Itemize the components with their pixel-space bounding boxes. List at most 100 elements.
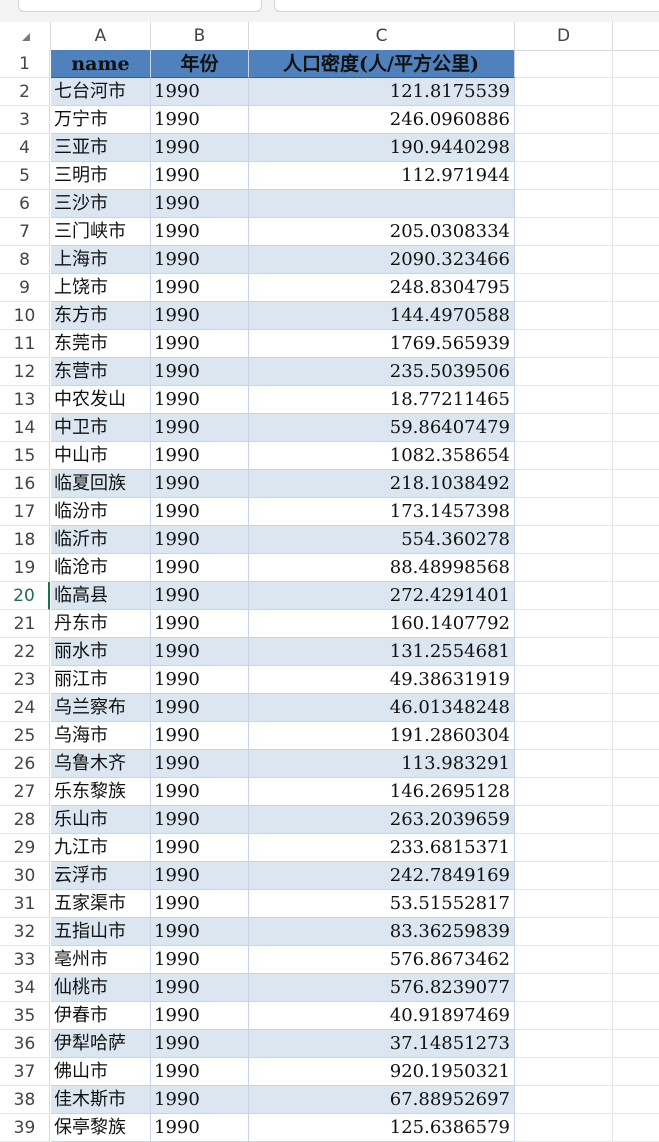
cell-name[interactable]: 临汾市 bbox=[51, 498, 151, 526]
empty-cell[interactable] bbox=[515, 470, 613, 498]
cell-name[interactable]: 中卫市 bbox=[51, 414, 151, 442]
cell-name[interactable]: 乐山市 bbox=[51, 806, 151, 834]
cell-density[interactable]: 121.8175539 bbox=[249, 78, 515, 106]
cell-density[interactable]: 46.01348248 bbox=[249, 694, 515, 722]
cell-year[interactable]: 1990 bbox=[151, 750, 249, 778]
cell-density[interactable]: 920.1950321 bbox=[249, 1058, 515, 1086]
row-number[interactable]: 17 bbox=[0, 498, 50, 526]
cell-density[interactable]: 576.8673462 bbox=[249, 946, 515, 974]
empty-cell[interactable] bbox=[515, 386, 613, 414]
empty-cell[interactable] bbox=[515, 834, 613, 862]
row-number[interactable]: 15 bbox=[0, 442, 50, 470]
cell-density[interactable]: 246.0960886 bbox=[249, 106, 515, 134]
row-number[interactable]: 11 bbox=[0, 330, 50, 358]
row-number[interactable]: 12 bbox=[0, 358, 50, 386]
cell-density[interactable]: 2090.323466 bbox=[249, 246, 515, 274]
row-number[interactable]: 3 bbox=[0, 106, 50, 134]
row-number[interactable]: 22 bbox=[0, 638, 50, 666]
cell-name[interactable]: 佳木斯市 bbox=[51, 1086, 151, 1114]
empty-cell[interactable] bbox=[515, 666, 613, 694]
cell-year[interactable]: 1990 bbox=[151, 330, 249, 358]
cell-name[interactable]: 上饶市 bbox=[51, 274, 151, 302]
cell-density[interactable]: 205.0308334 bbox=[249, 218, 515, 246]
empty-cell[interactable] bbox=[515, 778, 613, 806]
header-cell-name[interactable]: name bbox=[51, 50, 151, 78]
cell-year[interactable]: 1990 bbox=[151, 778, 249, 806]
empty-cell[interactable] bbox=[613, 1030, 659, 1058]
row-number[interactable]: 38 bbox=[0, 1086, 50, 1114]
empty-cell[interactable] bbox=[613, 358, 659, 386]
empty-cell[interactable] bbox=[515, 1086, 613, 1114]
empty-cell[interactable] bbox=[613, 218, 659, 246]
empty-cell[interactable] bbox=[613, 582, 659, 610]
cell-year[interactable]: 1990 bbox=[151, 694, 249, 722]
select-all-corner[interactable] bbox=[0, 22, 51, 50]
empty-cell[interactable] bbox=[515, 554, 613, 582]
empty-cell[interactable] bbox=[515, 1030, 613, 1058]
cell-density[interactable]: 173.1457398 bbox=[249, 498, 515, 526]
empty-cell[interactable] bbox=[613, 1058, 659, 1086]
cell-density[interactable]: 88.48998568 bbox=[249, 554, 515, 582]
cell-year[interactable]: 1990 bbox=[151, 946, 249, 974]
empty-cell[interactable] bbox=[515, 946, 613, 974]
cell-name[interactable]: 乐东黎族 bbox=[51, 778, 151, 806]
cell-year[interactable]: 1990 bbox=[151, 666, 249, 694]
cell-year[interactable]: 1990 bbox=[151, 834, 249, 862]
row-number[interactable]: 31 bbox=[0, 890, 50, 918]
cell-name[interactable]: 中山市 bbox=[51, 442, 151, 470]
row-number[interactable]: 34 bbox=[0, 974, 50, 1002]
empty-cell[interactable] bbox=[515, 414, 613, 442]
cell-year[interactable]: 1990 bbox=[151, 554, 249, 582]
row-number[interactable]: 19 bbox=[0, 554, 50, 582]
column-header-b[interactable]: B bbox=[151, 22, 249, 50]
empty-cell[interactable] bbox=[613, 722, 659, 750]
empty-cell[interactable] bbox=[515, 694, 613, 722]
empty-cell[interactable] bbox=[515, 106, 613, 134]
cell-density[interactable]: 218.1038492 bbox=[249, 470, 515, 498]
row-number[interactable]: 20 bbox=[0, 582, 50, 610]
column-header-d[interactable]: D bbox=[515, 22, 613, 50]
row-number[interactable]: 13 bbox=[0, 386, 50, 414]
cell-year[interactable]: 1990 bbox=[151, 638, 249, 666]
row-number[interactable]: 27 bbox=[0, 778, 50, 806]
cell-density[interactable]: 554.360278 bbox=[249, 526, 515, 554]
empty-cell[interactable] bbox=[515, 582, 613, 610]
cell-year[interactable]: 1990 bbox=[151, 302, 249, 330]
empty-cell[interactable] bbox=[515, 358, 613, 386]
empty-cell[interactable] bbox=[613, 890, 659, 918]
cell-year[interactable]: 1990 bbox=[151, 1114, 249, 1142]
row-number[interactable]: 26 bbox=[0, 750, 50, 778]
empty-cell[interactable] bbox=[515, 750, 613, 778]
row-number[interactable]: 18 bbox=[0, 526, 50, 554]
cell-year[interactable]: 1990 bbox=[151, 722, 249, 750]
empty-cell[interactable] bbox=[515, 638, 613, 666]
column-header-a[interactable]: A bbox=[51, 22, 151, 50]
cell-density[interactable]: 144.4970588 bbox=[249, 302, 515, 330]
row-number[interactable]: 30 bbox=[0, 862, 50, 890]
empty-cell[interactable] bbox=[515, 134, 613, 162]
row-number[interactable]: 29 bbox=[0, 834, 50, 862]
empty-cell[interactable] bbox=[613, 134, 659, 162]
cell-year[interactable]: 1990 bbox=[151, 610, 249, 638]
cell-year[interactable]: 1990 bbox=[151, 386, 249, 414]
row-number[interactable]: 21 bbox=[0, 610, 50, 638]
cell-name[interactable]: 东莞市 bbox=[51, 330, 151, 358]
empty-cell[interactable] bbox=[613, 1086, 659, 1114]
cell-year[interactable]: 1990 bbox=[151, 414, 249, 442]
cell-year[interactable]: 1990 bbox=[151, 806, 249, 834]
cell-density[interactable]: 112.971944 bbox=[249, 162, 515, 190]
cell-name[interactable]: 五指山市 bbox=[51, 918, 151, 946]
cell-name[interactable]: 伊春市 bbox=[51, 1002, 151, 1030]
empty-cell[interactable] bbox=[515, 862, 613, 890]
row-number[interactable]: 5 bbox=[0, 162, 50, 190]
empty-cell[interactable] bbox=[613, 414, 659, 442]
cell-name[interactable]: 三亚市 bbox=[51, 134, 151, 162]
cell-year[interactable]: 1990 bbox=[151, 1086, 249, 1114]
cell-name[interactable]: 五家渠市 bbox=[51, 890, 151, 918]
row-number[interactable]: 14 bbox=[0, 414, 50, 442]
empty-cell[interactable] bbox=[613, 610, 659, 638]
empty-cell[interactable] bbox=[515, 302, 613, 330]
cell-year[interactable]: 1990 bbox=[151, 498, 249, 526]
cell-density[interactable]: 233.6815371 bbox=[249, 834, 515, 862]
row-number[interactable]: 10 bbox=[0, 302, 50, 330]
